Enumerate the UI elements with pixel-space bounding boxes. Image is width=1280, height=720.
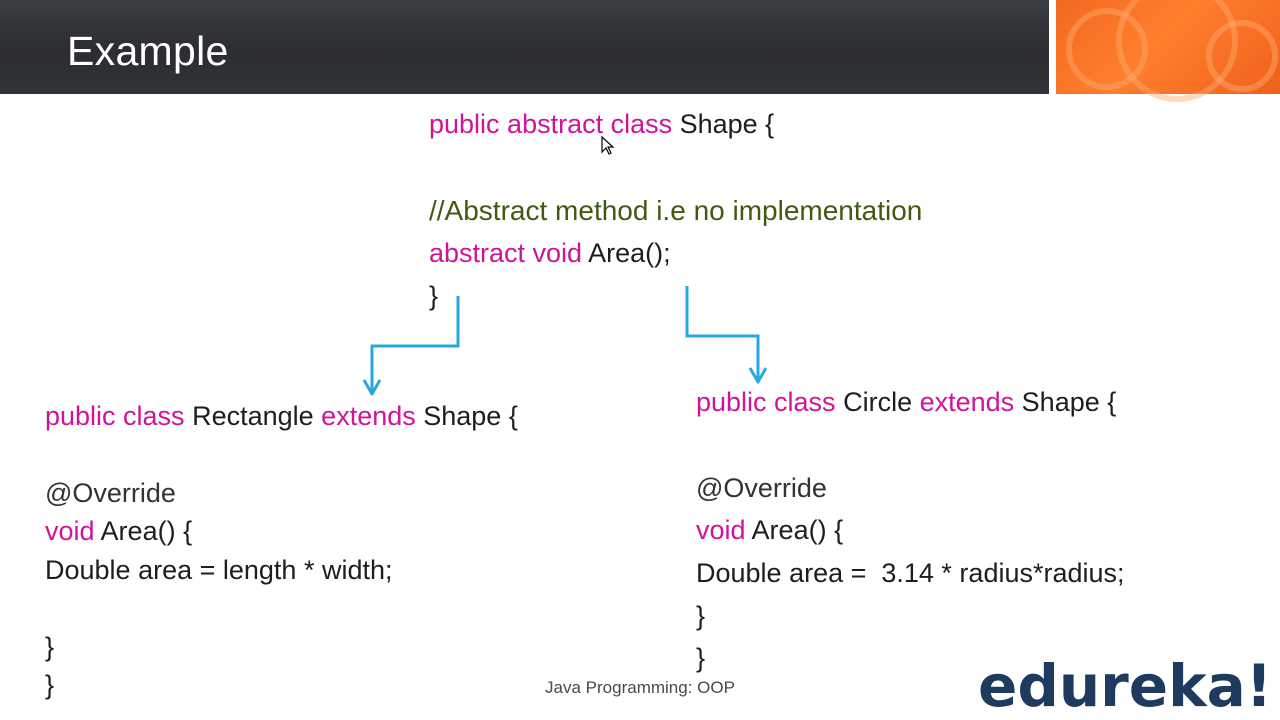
mouse-cursor-icon xyxy=(601,136,615,155)
inheritance-arrows xyxy=(362,286,768,396)
arrow-down-left-icon xyxy=(362,296,460,396)
arrow-down-right-icon xyxy=(685,286,768,384)
edureka-logo: edureka! xyxy=(978,652,1273,720)
